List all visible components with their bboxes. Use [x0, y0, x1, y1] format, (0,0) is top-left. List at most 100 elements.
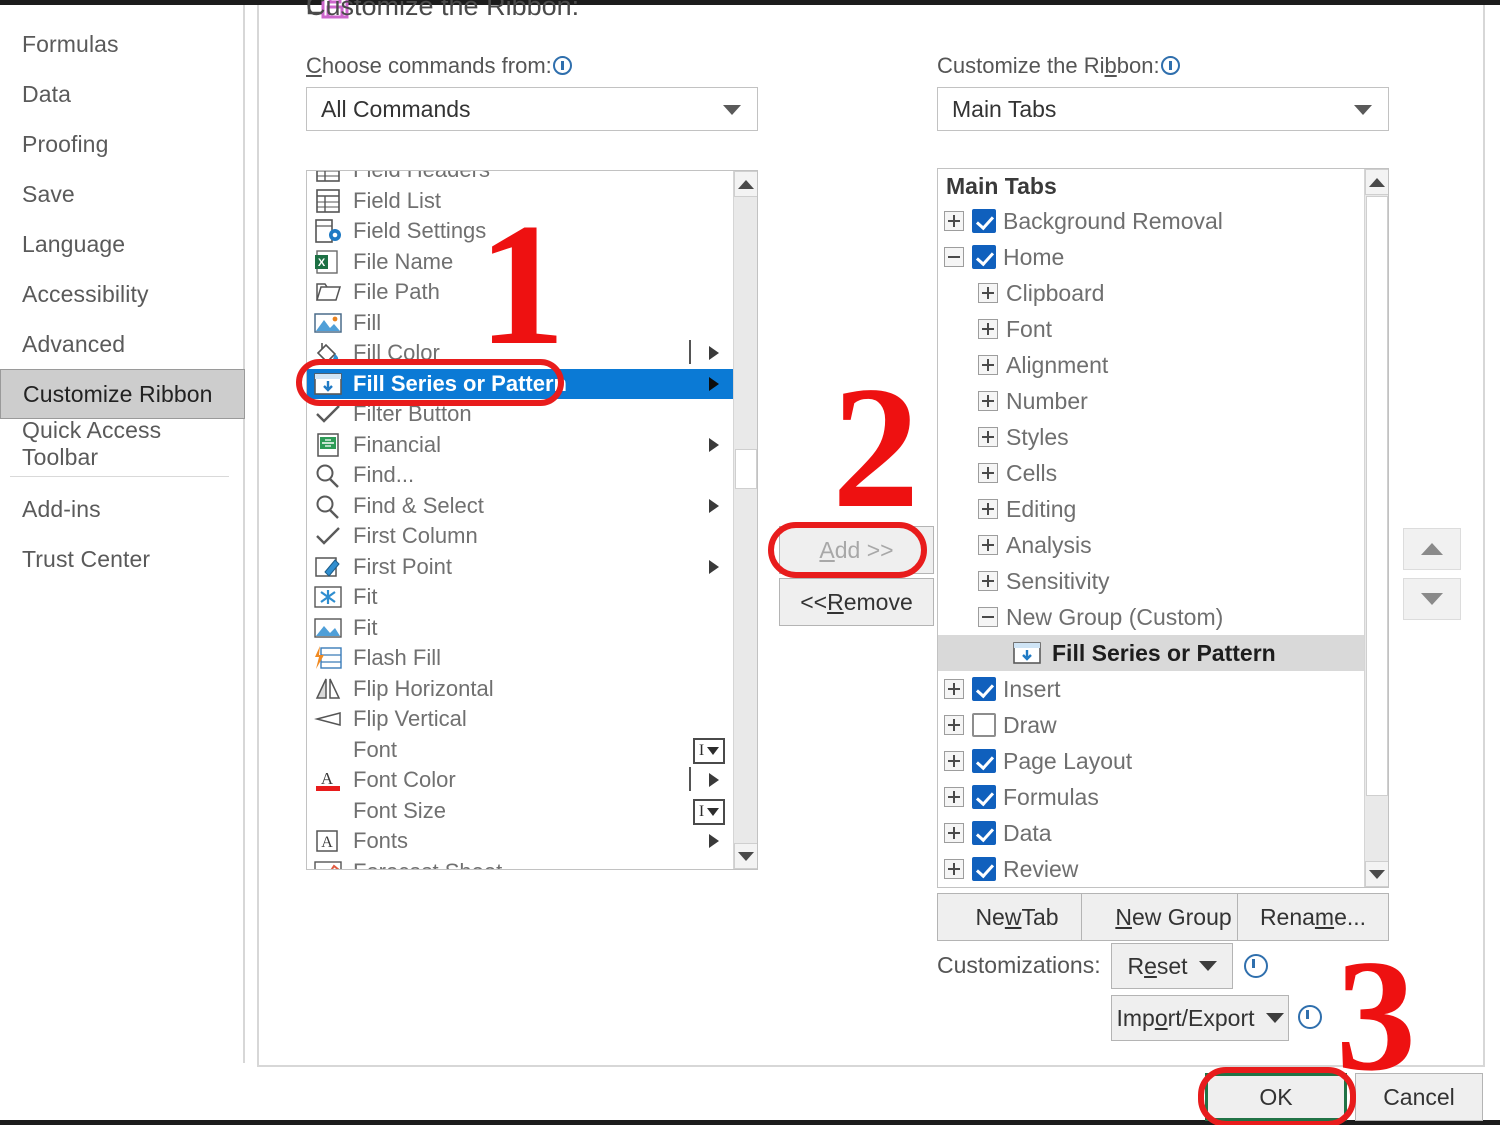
tree-scroll-down-button[interactable] — [1365, 861, 1389, 887]
collapse-icon[interactable] — [978, 607, 998, 627]
ribbon-tree-scrollbar[interactable] — [1364, 169, 1388, 887]
tree-row[interactable]: Alignment — [938, 347, 1364, 383]
command-row[interactable]: Flip Vertical — [307, 704, 733, 735]
expand-icon[interactable] — [944, 823, 964, 843]
expand-icon[interactable] — [978, 319, 998, 339]
command-row[interactable]: Flash Fill — [307, 643, 733, 674]
sidebar-item-customize-ribbon[interactable]: Customize Ribbon — [0, 369, 245, 419]
expand-icon[interactable] — [944, 211, 964, 231]
expand-icon[interactable] — [978, 463, 998, 483]
info-icon[interactable] — [1298, 1005, 1322, 1029]
remove-button[interactable]: << Remove — [779, 578, 934, 626]
sidebar-item-trust-center[interactable]: Trust Center — [0, 534, 243, 584]
expand-icon[interactable] — [978, 427, 998, 447]
command-row[interactable]: First Point — [307, 552, 733, 583]
expand-icon[interactable] — [978, 499, 998, 519]
command-row[interactable]: Forecast Sheet — [307, 857, 733, 870]
sidebar-item-accessibility[interactable]: Accessibility — [0, 269, 243, 319]
sidebar-item-proofing[interactable]: Proofing — [0, 119, 243, 169]
tree-row[interactable]: Styles — [938, 419, 1364, 455]
sidebar-item-data[interactable]: Data — [0, 69, 243, 119]
tab-checkbox[interactable] — [972, 209, 996, 233]
tab-checkbox[interactable] — [972, 713, 996, 737]
expand-icon[interactable] — [944, 715, 964, 735]
command-row[interactable]: FontI — [307, 735, 733, 766]
commands-scroll-thumb[interactable] — [735, 449, 757, 489]
tree-row[interactable]: Background Removal — [938, 203, 1364, 239]
tab-checkbox[interactable] — [972, 749, 996, 773]
command-row[interactable]: Fit — [307, 582, 733, 613]
expand-icon[interactable] — [944, 751, 964, 771]
tree-row[interactable]: Data — [938, 815, 1364, 851]
sidebar-item-formulas[interactable]: Formulas — [0, 19, 243, 69]
tree-row-selected[interactable]: Fill Series or Pattern — [938, 635, 1364, 671]
tree-row[interactable]: Font — [938, 311, 1364, 347]
tree-row[interactable]: Cells — [938, 455, 1364, 491]
tab-checkbox[interactable] — [972, 821, 996, 845]
command-row[interactable]: Find & Select — [307, 491, 733, 522]
reset-pre: R — [1127, 953, 1144, 980]
tab-checkbox[interactable] — [972, 677, 996, 701]
command-row[interactable]: Font SizeI — [307, 796, 733, 827]
commands-scrollbar[interactable] — [733, 171, 757, 869]
tree-row[interactable]: Formulas — [938, 779, 1364, 815]
command-row[interactable]: Fit — [307, 613, 733, 644]
choose-commands-dropdown[interactable]: All Commands — [306, 87, 758, 131]
sidebar-item-advanced[interactable]: Advanced — [0, 319, 243, 369]
sidebar-item-save[interactable]: Save — [0, 169, 243, 219]
command-row[interactable]: Financial — [307, 430, 733, 461]
customize-ribbon-dropdown[interactable]: Main Tabs — [937, 87, 1389, 131]
command-row[interactable]: Flip Horizontal — [307, 674, 733, 705]
expand-icon[interactable] — [978, 571, 998, 591]
expand-icon[interactable] — [978, 391, 998, 411]
expand-icon[interactable] — [944, 679, 964, 699]
command-label: Find... — [353, 462, 414, 488]
sidebar-item-quick-access-toolbar[interactable]: Quick Access Toolbar — [0, 419, 243, 469]
reset-button[interactable]: Reset — [1111, 943, 1233, 989]
command-row[interactable]: Field Headers — [307, 170, 733, 186]
tree-row[interactable]: New Group (Custom) — [938, 599, 1364, 635]
scroll-down-arrow-icon — [738, 852, 754, 861]
expand-icon[interactable] — [978, 283, 998, 303]
info-icon[interactable] — [553, 56, 572, 75]
collapse-icon[interactable] — [944, 247, 964, 267]
tab-checkbox[interactable] — [972, 857, 996, 881]
sidebar-item-add-ins[interactable]: Add-ins — [0, 484, 243, 534]
tab-checkbox[interactable] — [972, 245, 996, 269]
scroll-down-button[interactable] — [734, 843, 758, 869]
import-export-button[interactable]: Import/Export — [1111, 995, 1289, 1041]
tree-row[interactable]: Analysis — [938, 527, 1364, 563]
sidebar-item-language[interactable]: Language — [0, 219, 243, 269]
tree-scroll-thumb[interactable] — [1366, 196, 1388, 796]
expand-icon[interactable] — [944, 859, 964, 879]
command-row[interactable]: Filter Button — [307, 399, 733, 430]
tree-scroll-up-button[interactable] — [1365, 169, 1389, 195]
command-row[interactable]: First Column — [307, 521, 733, 552]
tree-node-label: Review — [1003, 856, 1078, 883]
tree-row[interactable]: Draw — [938, 707, 1364, 743]
svg-text:X: X — [318, 257, 326, 269]
scroll-up-button[interactable] — [734, 171, 758, 197]
expand-icon[interactable] — [978, 535, 998, 555]
command-row[interactable]: AFonts — [307, 826, 733, 857]
expand-icon[interactable] — [944, 787, 964, 807]
tree-row[interactable]: Clipboard — [938, 275, 1364, 311]
expand-icon[interactable] — [978, 355, 998, 375]
tree-row[interactable]: Editing — [938, 491, 1364, 527]
new-tab-button[interactable]: New Tab — [937, 893, 1097, 941]
move-up-button[interactable] — [1403, 528, 1461, 570]
tree-row[interactable]: Home — [938, 239, 1364, 275]
command-row[interactable]: AFont Color — [307, 765, 733, 796]
tree-row[interactable]: Sensitivity — [938, 563, 1364, 599]
info-icon[interactable] — [1161, 56, 1180, 75]
tree-row[interactable]: Number — [938, 383, 1364, 419]
tree-row[interactable]: Page Layout — [938, 743, 1364, 779]
tab-checkbox[interactable] — [972, 785, 996, 809]
command-row[interactable]: Find... — [307, 460, 733, 491]
info-icon[interactable] — [1244, 954, 1268, 978]
ribbon-tree-listbox[interactable]: Main TabsBackground RemovalHomeClipboard… — [937, 168, 1389, 888]
move-down-button[interactable] — [1403, 578, 1461, 620]
ok-button[interactable]: OK — [1205, 1073, 1347, 1121]
tree-row[interactable]: Review — [938, 851, 1364, 887]
tree-row[interactable]: Insert — [938, 671, 1364, 707]
